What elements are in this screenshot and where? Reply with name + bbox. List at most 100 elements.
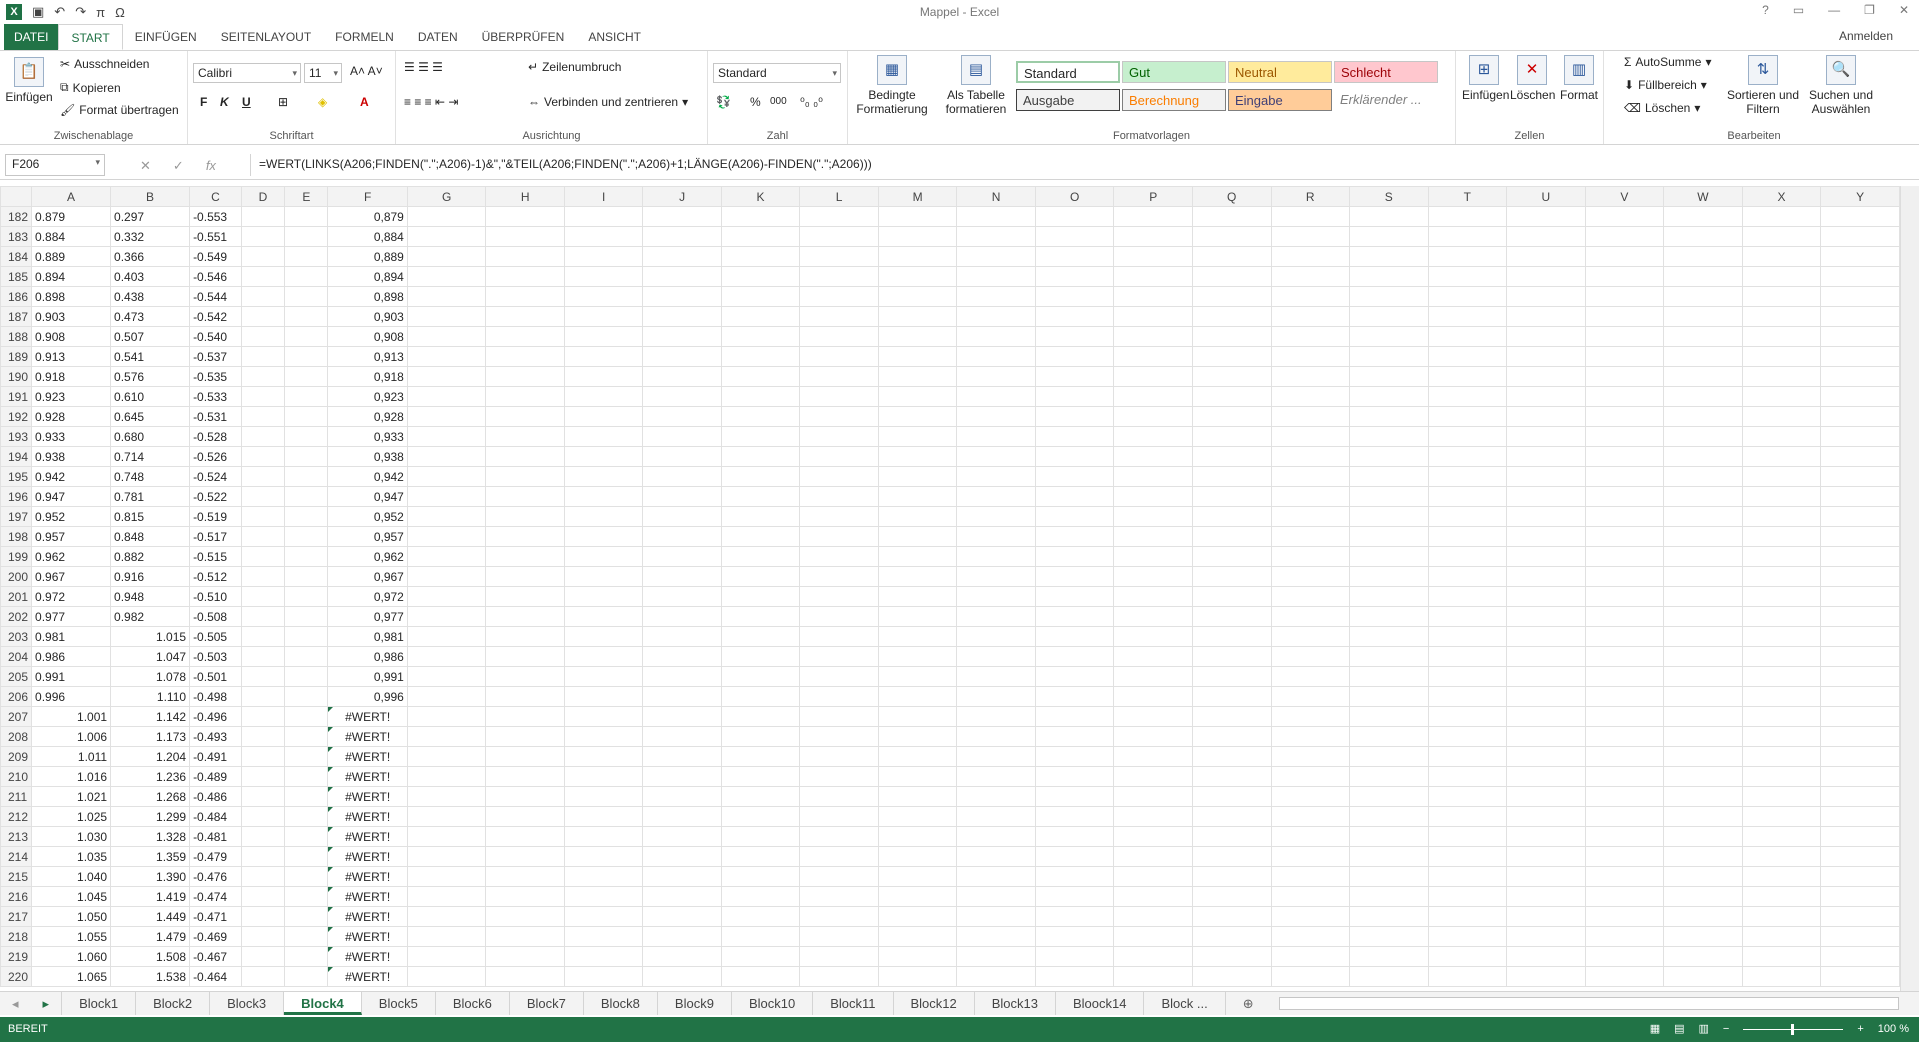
cell-y198[interactable] (1820, 526, 1900, 547)
cell-r190[interactable] (1270, 366, 1351, 387)
close-icon[interactable]: ✕ (1899, 3, 1909, 17)
cell-d214[interactable] (240, 846, 286, 867)
cell-f184[interactable]: 0,889 (327, 246, 408, 267)
cell-w184[interactable] (1663, 246, 1743, 267)
cell-w209[interactable] (1663, 746, 1743, 767)
cell-r217[interactable] (1270, 906, 1351, 927)
cell-l187[interactable] (799, 306, 879, 327)
cell-u194[interactable] (1506, 446, 1586, 467)
cell-i210[interactable] (563, 766, 644, 787)
cell-g182[interactable] (406, 206, 487, 227)
cell-m190[interactable] (877, 366, 958, 387)
cell-g193[interactable] (406, 426, 487, 447)
cell-m199[interactable] (877, 546, 958, 567)
cell-q209[interactable] (1191, 746, 1272, 767)
cell-a206[interactable]: 0.996 (31, 686, 112, 707)
cell-s216[interactable] (1349, 886, 1429, 907)
cell-e219[interactable] (284, 946, 329, 967)
cell-d197[interactable] (240, 506, 286, 527)
cell-b200[interactable]: 0.916 (110, 566, 191, 587)
cell-t190[interactable] (1427, 366, 1508, 387)
cell-g195[interactable] (406, 466, 487, 487)
cell-f202[interactable]: 0,977 (327, 606, 408, 627)
cell-y187[interactable] (1820, 306, 1900, 327)
cell-g187[interactable] (406, 306, 487, 327)
cell-j183[interactable] (642, 226, 722, 247)
cell-q197[interactable] (1191, 506, 1272, 527)
cell-c216[interactable]: -0.474 (189, 886, 242, 907)
cell-s193[interactable] (1349, 426, 1429, 447)
cell-d187[interactable] (240, 306, 286, 327)
cell-p190[interactable] (1113, 366, 1193, 387)
cell-i205[interactable] (563, 666, 644, 687)
cell-n214[interactable] (956, 846, 1036, 867)
cell-b197[interactable]: 0.815 (110, 506, 191, 527)
cell-t188[interactable] (1427, 326, 1508, 347)
cell-k209[interactable] (720, 746, 801, 767)
cell-s210[interactable] (1349, 766, 1429, 787)
cell-a219[interactable]: 1.060 (31, 946, 112, 967)
cell-q199[interactable] (1191, 546, 1272, 567)
cell-j207[interactable] (642, 706, 722, 727)
cell-x198[interactable] (1741, 526, 1822, 547)
cell-k213[interactable] (720, 826, 801, 847)
cell-y220[interactable] (1820, 966, 1900, 987)
cell-k196[interactable] (720, 486, 801, 507)
cell-c194[interactable]: -0.526 (189, 446, 242, 467)
cell-m198[interactable] (877, 526, 958, 547)
scroll-left-icon[interactable]: ◂ (0, 992, 31, 1015)
cell-t196[interactable] (1427, 486, 1508, 507)
cell-c206[interactable]: -0.498 (189, 686, 242, 707)
cell-k219[interactable] (720, 946, 801, 967)
cell-y191[interactable] (1820, 386, 1900, 407)
cell-v199[interactable] (1584, 546, 1665, 567)
cell-o204[interactable] (1034, 646, 1115, 667)
cell-m185[interactable] (877, 266, 958, 287)
cell-x182[interactable] (1741, 206, 1822, 227)
cell-a200[interactable]: 0.967 (31, 566, 112, 587)
cell-g207[interactable] (406, 706, 487, 727)
cell-m206[interactable] (877, 686, 958, 707)
cell-o208[interactable] (1034, 726, 1115, 747)
cell-a196[interactable]: 0.947 (31, 486, 112, 507)
cell-t195[interactable] (1427, 466, 1508, 487)
cell-i196[interactable] (563, 486, 644, 507)
cell-i208[interactable] (563, 726, 644, 747)
cell-m219[interactable] (877, 946, 958, 967)
sort-filter-button[interactable]: ⇅ Sortieren und Filtern (1726, 55, 1800, 116)
cell-w187[interactable] (1663, 306, 1743, 327)
cell-h212[interactable] (485, 806, 565, 827)
cell-n216[interactable] (956, 886, 1036, 907)
sheet-tab[interactable]: Block1 (62, 992, 137, 1015)
cell-b206[interactable]: 1.110 (110, 686, 191, 707)
sheet-tab[interactable]: Block8 (584, 992, 658, 1015)
zoom-slider[interactable] (1743, 1024, 1844, 1035)
column-header-r[interactable]: R (1270, 186, 1351, 207)
cell-t198[interactable] (1427, 526, 1508, 547)
cell-b192[interactable]: 0.645 (110, 406, 191, 427)
cell-h211[interactable] (485, 786, 565, 807)
cell-q219[interactable] (1191, 946, 1272, 967)
cell-q206[interactable] (1191, 686, 1272, 707)
zoom-out-icon[interactable]: − (1723, 1017, 1729, 1042)
cell-k215[interactable] (720, 866, 801, 887)
cell-o213[interactable] (1034, 826, 1115, 847)
cell-l191[interactable] (799, 386, 879, 407)
cell-n217[interactable] (956, 906, 1036, 927)
cell-h194[interactable] (485, 446, 565, 467)
cell-e208[interactable] (284, 726, 329, 747)
cell-j188[interactable] (642, 326, 722, 347)
cell-t204[interactable] (1427, 646, 1508, 667)
cell-j220[interactable] (642, 966, 722, 987)
cell-e209[interactable] (284, 746, 329, 767)
cell-y182[interactable] (1820, 206, 1900, 227)
row-header[interactable]: 183 (0, 226, 33, 247)
cell-o211[interactable] (1034, 786, 1115, 807)
cell-d190[interactable] (240, 366, 286, 387)
cell-n199[interactable] (956, 546, 1036, 567)
cell-j195[interactable] (642, 466, 722, 487)
cell-r197[interactable] (1270, 506, 1351, 527)
cell-e206[interactable] (284, 686, 329, 707)
cell-m197[interactable] (877, 506, 958, 527)
cell-n212[interactable] (956, 806, 1036, 827)
